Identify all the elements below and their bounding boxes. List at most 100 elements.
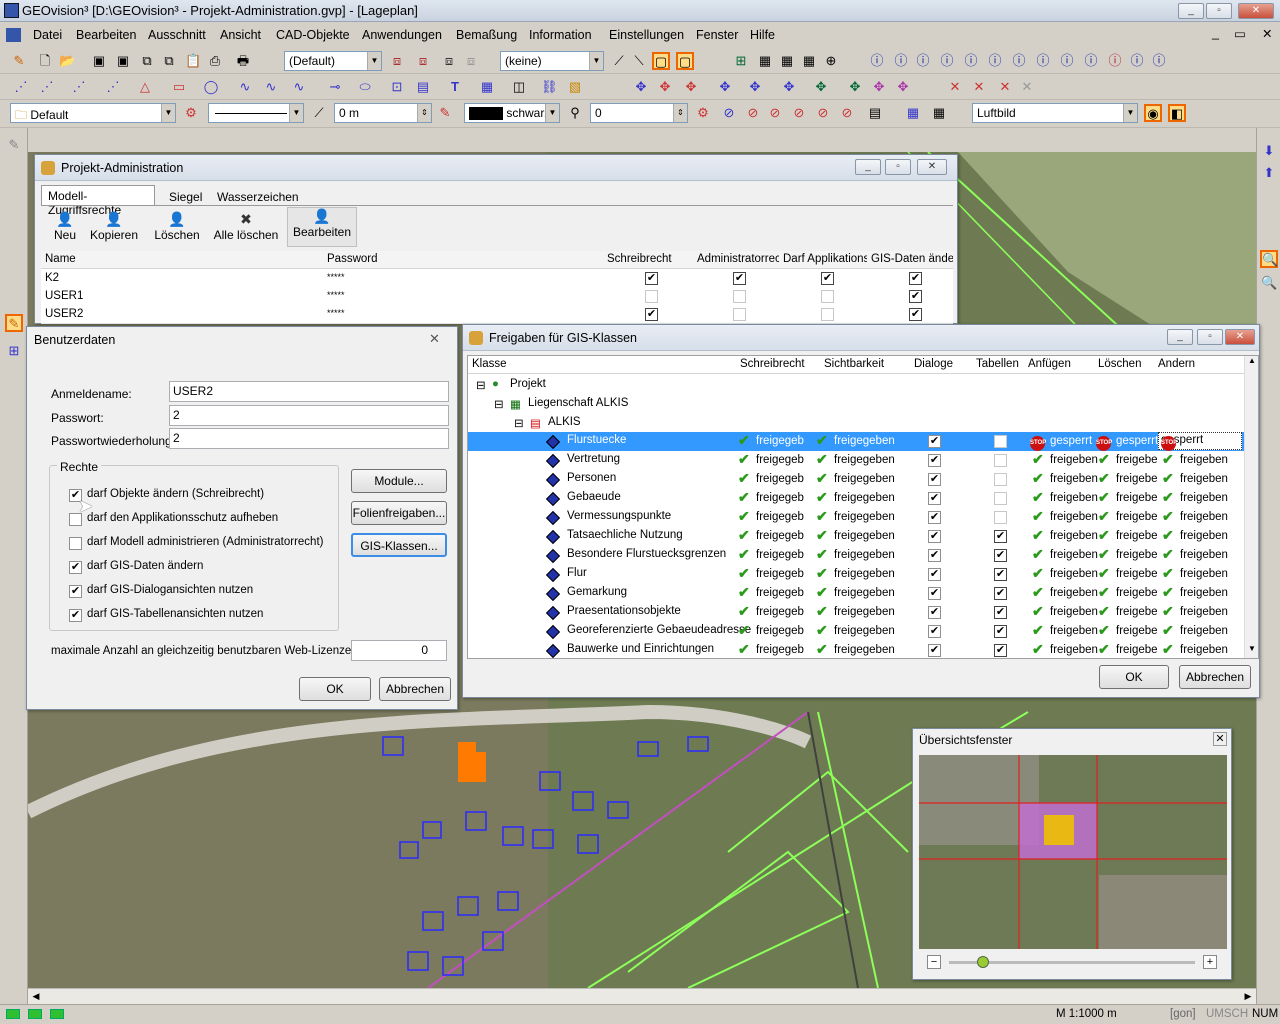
gis-loeschen-value[interactable]: freigebe bbox=[1116, 549, 1158, 561]
gis-schreibrecht-value[interactable]: freigegeb bbox=[756, 606, 804, 618]
delete-2-icon[interactable]: ✕ bbox=[970, 78, 988, 96]
gis-loeschen-value[interactable]: freigebe bbox=[1116, 511, 1158, 523]
hatch-tool-6-icon[interactable]: ⊘ bbox=[838, 104, 856, 122]
projadmin-maximize[interactable]: ▫ bbox=[885, 159, 911, 175]
user-right-checkbox[interactable] bbox=[733, 290, 746, 303]
menu-ansicht[interactable]: Ansicht bbox=[220, 28, 261, 42]
export-icon[interactable]: ⎙ bbox=[206, 52, 224, 70]
num-tool-icon[interactable]: ⚙ bbox=[694, 104, 712, 122]
info-12-icon[interactable]: ⓘ bbox=[1128, 52, 1146, 70]
info-5-icon[interactable]: ⓘ bbox=[962, 52, 980, 70]
gis-anfuegen-value[interactable]: freigeben bbox=[1050, 530, 1098, 542]
gis-anfuegen-value[interactable]: freigeben bbox=[1050, 473, 1098, 485]
gis-sichtbarkeit-value[interactable]: freigegeben bbox=[834, 606, 895, 618]
gis-aendern-value[interactable]: freigeben bbox=[1180, 511, 1228, 523]
info-11-icon[interactable]: ⓘ bbox=[1106, 52, 1124, 70]
background-combo[interactable]: Luftbild ▼ bbox=[972, 103, 1138, 123]
gis-dialoge-checkbox[interactable]: ✔ bbox=[928, 473, 941, 486]
user-right-checkbox[interactable] bbox=[821, 308, 834, 321]
left-tool-1-icon[interactable]: ✎ bbox=[5, 136, 23, 154]
layer-tool3-icon[interactable]: ⧈ bbox=[440, 52, 458, 70]
gis-ok-button[interactable]: OK bbox=[1099, 665, 1169, 689]
draw-circle-icon[interactable]: ◯ bbox=[202, 78, 220, 96]
info-13-icon[interactable]: ⓘ bbox=[1150, 52, 1168, 70]
gis-anfuegen-value[interactable]: freigeben bbox=[1050, 625, 1098, 637]
user-right-checkbox[interactable]: ✔ bbox=[733, 272, 746, 285]
draw-point-icon[interactable]: ⋰ bbox=[12, 78, 30, 96]
gis-tabellen-checkbox[interactable]: ✔ bbox=[994, 606, 1007, 619]
edit-9-icon[interactable]: ✥ bbox=[870, 78, 888, 96]
gis-loeschen-value[interactable]: freigebe bbox=[1116, 625, 1158, 637]
col-gisdaten[interactable]: GIS-Daten änder bbox=[871, 253, 953, 265]
right-checkbox[interactable]: ✔ bbox=[69, 585, 82, 598]
scroll-right-icon[interactable]: ▶ bbox=[1240, 989, 1256, 1004]
menu-cad-objekte[interactable]: CAD-Objekte bbox=[276, 28, 350, 42]
gis-class-row[interactable]: Vertretung ✔ freigegeb ✔ freigegeben ✔ ✔ freige… bbox=[468, 451, 1244, 470]
maximize-button[interactable]: ▫ bbox=[1206, 3, 1232, 19]
gis-schreibrecht-value[interactable]: freigegeb bbox=[756, 625, 804, 637]
width-field[interactable]: 0 m ⇕ bbox=[334, 103, 432, 123]
map-hscrollbar[interactable]: ◀ ▶ bbox=[28, 988, 1256, 1004]
user-right-checkbox[interactable] bbox=[645, 290, 658, 303]
info-4-icon[interactable]: ⓘ bbox=[938, 52, 956, 70]
info-7-icon[interactable]: ⓘ bbox=[1010, 52, 1028, 70]
draw-rect-icon[interactable]: ▭ bbox=[170, 78, 188, 96]
draw-symbol-icon[interactable]: ▤ bbox=[414, 78, 432, 96]
col-appschutz[interactable]: Darf Applikations: bbox=[783, 253, 867, 265]
col-schreibrecht[interactable]: Schreibrecht bbox=[607, 253, 693, 265]
gis-tabellen-checkbox[interactable] bbox=[994, 473, 1007, 486]
gis-close[interactable]: ✕ bbox=[1225, 329, 1255, 345]
zoom-icon[interactable]: 🔍 bbox=[1260, 250, 1278, 268]
zoom-out-icon[interactable]: − bbox=[927, 955, 941, 969]
gis-col-loeschen[interactable]: Löschen bbox=[1098, 358, 1141, 370]
gis-maximize[interactable]: ▫ bbox=[1197, 329, 1223, 345]
gis-tabellen-checkbox[interactable] bbox=[994, 454, 1007, 467]
gis-dialoge-checkbox[interactable]: ✔ bbox=[928, 625, 941, 638]
gis-schreibrecht-value[interactable]: freigegeb bbox=[756, 492, 804, 504]
gis-col-aendern[interactable]: Ändern bbox=[1158, 358, 1195, 370]
right-arrow-up-icon[interactable]: ⬆ bbox=[1260, 164, 1278, 182]
mdi-minimize-icon[interactable]: _ bbox=[1212, 26, 1219, 40]
save-all-icon[interactable]: ⧉ bbox=[138, 52, 156, 70]
edit-6-icon[interactable]: ✥ bbox=[780, 78, 798, 96]
action-bearbeiten[interactable]: 👤 Bearbeiten bbox=[287, 207, 357, 247]
overview-zoom-slider[interactable]: − + bbox=[923, 955, 1223, 973]
table-icon[interactable]: ▦ bbox=[756, 52, 774, 70]
gis-tabellen-checkbox[interactable]: ✔ bbox=[994, 549, 1007, 562]
gis-col-schreibrecht[interactable]: Schreibrecht bbox=[740, 358, 805, 370]
right-checkbox[interactable] bbox=[69, 537, 82, 550]
menu-information[interactable]: Information bbox=[529, 28, 592, 42]
gis-aendern-value[interactable]: freigeben bbox=[1180, 473, 1228, 485]
network-icon[interactable]: ⊕ bbox=[822, 52, 840, 70]
gis-aendern-value[interactable]: freigeben bbox=[1180, 625, 1228, 637]
gis-schreibrecht-value[interactable]: freigegeb bbox=[756, 530, 804, 542]
user-right-checkbox[interactable]: ✔ bbox=[821, 272, 834, 285]
scroll-left-icon[interactable]: ◀ bbox=[28, 989, 44, 1004]
ole-icon[interactable]: ◫ bbox=[510, 78, 528, 96]
info-9-icon[interactable]: ⓘ bbox=[1058, 52, 1076, 70]
grid-icon[interactable]: ⊞ bbox=[732, 52, 750, 70]
color-tool-icon[interactable]: ⚲ bbox=[566, 104, 584, 122]
user-right-checkbox[interactable] bbox=[821, 290, 834, 303]
gis-schreibrecht-value[interactable]: freigegeb bbox=[756, 568, 804, 580]
table3-icon[interactable]: ▦ bbox=[800, 52, 818, 70]
delete-4-icon[interactable]: ✕ bbox=[1018, 78, 1036, 96]
hatch-tool-4-icon[interactable]: ⊘ bbox=[790, 104, 808, 122]
none-combo[interactable]: (keine) ▼ bbox=[500, 51, 604, 71]
gis-schreibrecht-value[interactable]: freigegeb bbox=[756, 435, 804, 447]
overview-close-icon[interactable]: ✕ bbox=[1213, 732, 1227, 746]
edit-10-icon[interactable]: ✥ bbox=[894, 78, 912, 96]
layer-tool-icon[interactable]: ⧈ bbox=[388, 52, 406, 70]
hatch-tool-8-icon[interactable]: ▦ bbox=[904, 104, 922, 122]
module-button[interactable]: Module... bbox=[351, 469, 447, 493]
open-folder-icon[interactable]: 📂 bbox=[58, 52, 76, 70]
user-right-checkbox[interactable]: ✔ bbox=[645, 272, 658, 285]
gis-tabellen-checkbox[interactable] bbox=[994, 511, 1007, 524]
gis-loeschen-value[interactable]: freigebe bbox=[1116, 606, 1158, 618]
snap-off-icon[interactable]: ⟍ bbox=[630, 52, 648, 70]
gis-tabellen-checkbox[interactable]: ✔ bbox=[994, 568, 1007, 581]
userdata-cancel-button[interactable]: Abbrechen bbox=[379, 677, 451, 701]
gis-aendern-value[interactable]: freigeben bbox=[1180, 454, 1228, 466]
delete-1-icon[interactable]: ✕ bbox=[946, 78, 964, 96]
gis-col-klasse[interactable]: Klasse bbox=[472, 358, 507, 370]
